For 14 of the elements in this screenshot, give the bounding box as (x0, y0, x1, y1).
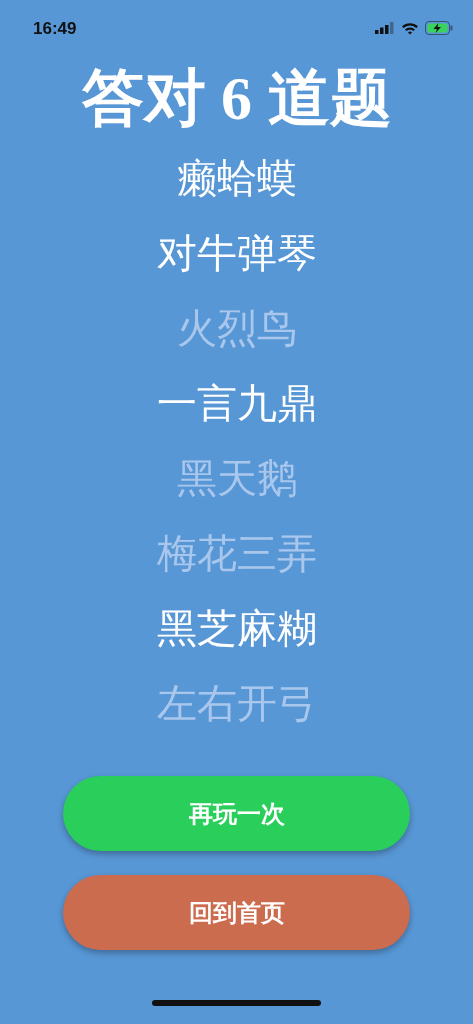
answer-text: 左右开弓 (156, 680, 317, 727)
answer-text: 癞蛤蟆 (176, 155, 297, 202)
answer-text: 对牛弹琴 (156, 230, 317, 277)
answer-text: 火烈鸟 (176, 305, 297, 352)
answer-text: 黑芝麻糊 (156, 605, 317, 652)
result-title: 答对 6 道题 (81, 63, 392, 134)
signal-icon (375, 22, 395, 34)
play-again-button[interactable]: 再玩一次 (63, 776, 410, 851)
wifi-icon (401, 21, 419, 35)
clock: 16:49 (33, 19, 77, 39)
home-button[interactable]: 回到首页 (63, 875, 410, 950)
answer-text: 梅花三弄 (156, 530, 317, 577)
answer-text: 一言九鼎 (156, 380, 317, 427)
answer-text: 黑天鹅 (176, 455, 297, 502)
